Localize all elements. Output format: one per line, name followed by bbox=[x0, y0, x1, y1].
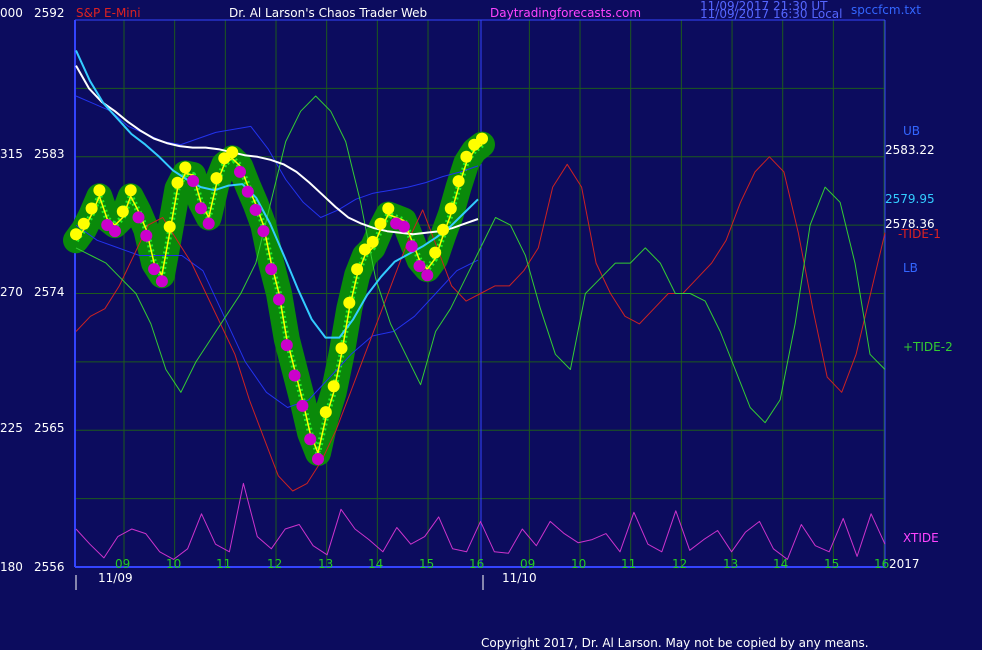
up-dot bbox=[210, 172, 223, 185]
x-hour-label: 13 bbox=[723, 557, 738, 571]
up-dot bbox=[382, 202, 395, 215]
down-dot bbox=[132, 211, 145, 224]
y-tick-code-4: 180 bbox=[0, 560, 23, 574]
y-tick-code-1: 315 bbox=[0, 147, 23, 161]
header-app-title: Dr. Al Larson's Chaos Trader Web bbox=[229, 6, 427, 20]
down-dot bbox=[288, 369, 301, 382]
down-dot bbox=[413, 260, 426, 273]
x-hour-label: 09 bbox=[520, 557, 535, 571]
up-dot bbox=[77, 217, 90, 230]
up-dot bbox=[226, 146, 239, 159]
up-dot bbox=[179, 161, 192, 174]
x-hour-label: 16 bbox=[469, 557, 484, 571]
down-dot bbox=[304, 433, 317, 446]
label-tide2: +TIDE-2 bbox=[903, 340, 953, 354]
up-dot bbox=[444, 202, 457, 215]
y-tick-value-2: 2574 bbox=[34, 285, 65, 299]
up-dot bbox=[437, 223, 449, 236]
down-dot bbox=[202, 217, 215, 230]
header-file: spccfcm.txt bbox=[851, 3, 921, 17]
label-lb: LB bbox=[903, 261, 918, 275]
label-value2: 2579.95 bbox=[885, 192, 935, 206]
x-hour-label: 12 bbox=[672, 557, 687, 571]
header-site: Daytradingforecasts.com bbox=[490, 6, 641, 20]
label-xtide: XTIDE bbox=[903, 531, 939, 545]
down-dot bbox=[296, 399, 309, 412]
y-tick-code-3: 225 bbox=[0, 421, 23, 435]
up-dot bbox=[343, 296, 356, 309]
up-dot bbox=[70, 228, 82, 241]
down-dot bbox=[187, 175, 200, 187]
up-dot bbox=[452, 175, 465, 188]
down-dot bbox=[249, 203, 262, 216]
down-dot bbox=[155, 275, 168, 288]
x-hour-label: 11 bbox=[621, 557, 636, 571]
x-hour-label: 14 bbox=[368, 557, 383, 571]
up-dot bbox=[366, 235, 379, 248]
header-instrument: S&P E-Mini bbox=[76, 6, 141, 20]
up-dot bbox=[163, 220, 176, 233]
up-dot bbox=[351, 263, 364, 276]
y-tick-value-1: 2583 bbox=[34, 147, 65, 161]
up-dot bbox=[429, 246, 442, 259]
y-tick-code-2: 270 bbox=[0, 285, 23, 299]
label-tide1: -TIDE-1 bbox=[898, 227, 941, 241]
chart-canvas: 000 S&P E-Mini Dr. Al Larson's Chaos Tra… bbox=[0, 0, 982, 650]
header-time-local: 11/09/2017 16:30 Local bbox=[700, 7, 842, 21]
down-dot bbox=[312, 453, 324, 465]
down-dot bbox=[273, 293, 285, 306]
down-dot bbox=[241, 185, 254, 198]
up-dot bbox=[476, 132, 488, 145]
label-ub: UB bbox=[903, 124, 920, 138]
down-dot bbox=[405, 240, 418, 253]
up-dot bbox=[460, 150, 473, 163]
x-hour-label: 15 bbox=[419, 557, 434, 571]
up-dot bbox=[171, 176, 184, 189]
down-dot bbox=[109, 225, 121, 238]
x-hour-label: 09 bbox=[115, 557, 130, 571]
down-dot bbox=[148, 263, 161, 276]
year-label: 2017 bbox=[889, 557, 920, 571]
y-tick-value-0: 2592 bbox=[34, 6, 65, 20]
x-hour-label: 10 bbox=[571, 557, 586, 571]
down-dot bbox=[194, 202, 207, 215]
up-dot bbox=[93, 184, 106, 197]
down-dot bbox=[140, 229, 153, 242]
down-dot bbox=[397, 220, 410, 233]
x-hour-label: 10 bbox=[166, 557, 181, 571]
up-dot bbox=[124, 184, 137, 197]
x-date-label: 11/10 bbox=[502, 571, 537, 585]
down-dot bbox=[257, 225, 270, 238]
up-dot bbox=[327, 380, 340, 393]
y-tick-value-4: 2556 bbox=[34, 560, 65, 574]
up-dot bbox=[116, 205, 129, 218]
x-hour-label: 15 bbox=[824, 557, 839, 571]
down-dot bbox=[265, 263, 278, 276]
x-hour-label: 14 bbox=[773, 557, 788, 571]
y-tick-value-3: 2565 bbox=[34, 421, 65, 435]
x-hour-label: 13 bbox=[318, 557, 333, 571]
x-hour-label: 12 bbox=[267, 557, 282, 571]
up-dot bbox=[85, 202, 98, 215]
up-dot bbox=[335, 342, 348, 355]
down-dot bbox=[280, 339, 293, 352]
x-hour-label: 16 bbox=[874, 557, 889, 571]
x-date-label: 11/09 bbox=[98, 571, 133, 585]
chart-background bbox=[0, 0, 982, 650]
up-dot bbox=[374, 217, 387, 230]
footer-copyright: Copyright 2017, Dr. Al Larson. May not b… bbox=[481, 636, 869, 650]
x-hour-label: 11 bbox=[216, 557, 231, 571]
down-dot bbox=[234, 165, 246, 178]
down-dot bbox=[421, 269, 434, 282]
up-dot bbox=[319, 406, 332, 419]
label-value1: 2583.22 bbox=[885, 143, 935, 157]
